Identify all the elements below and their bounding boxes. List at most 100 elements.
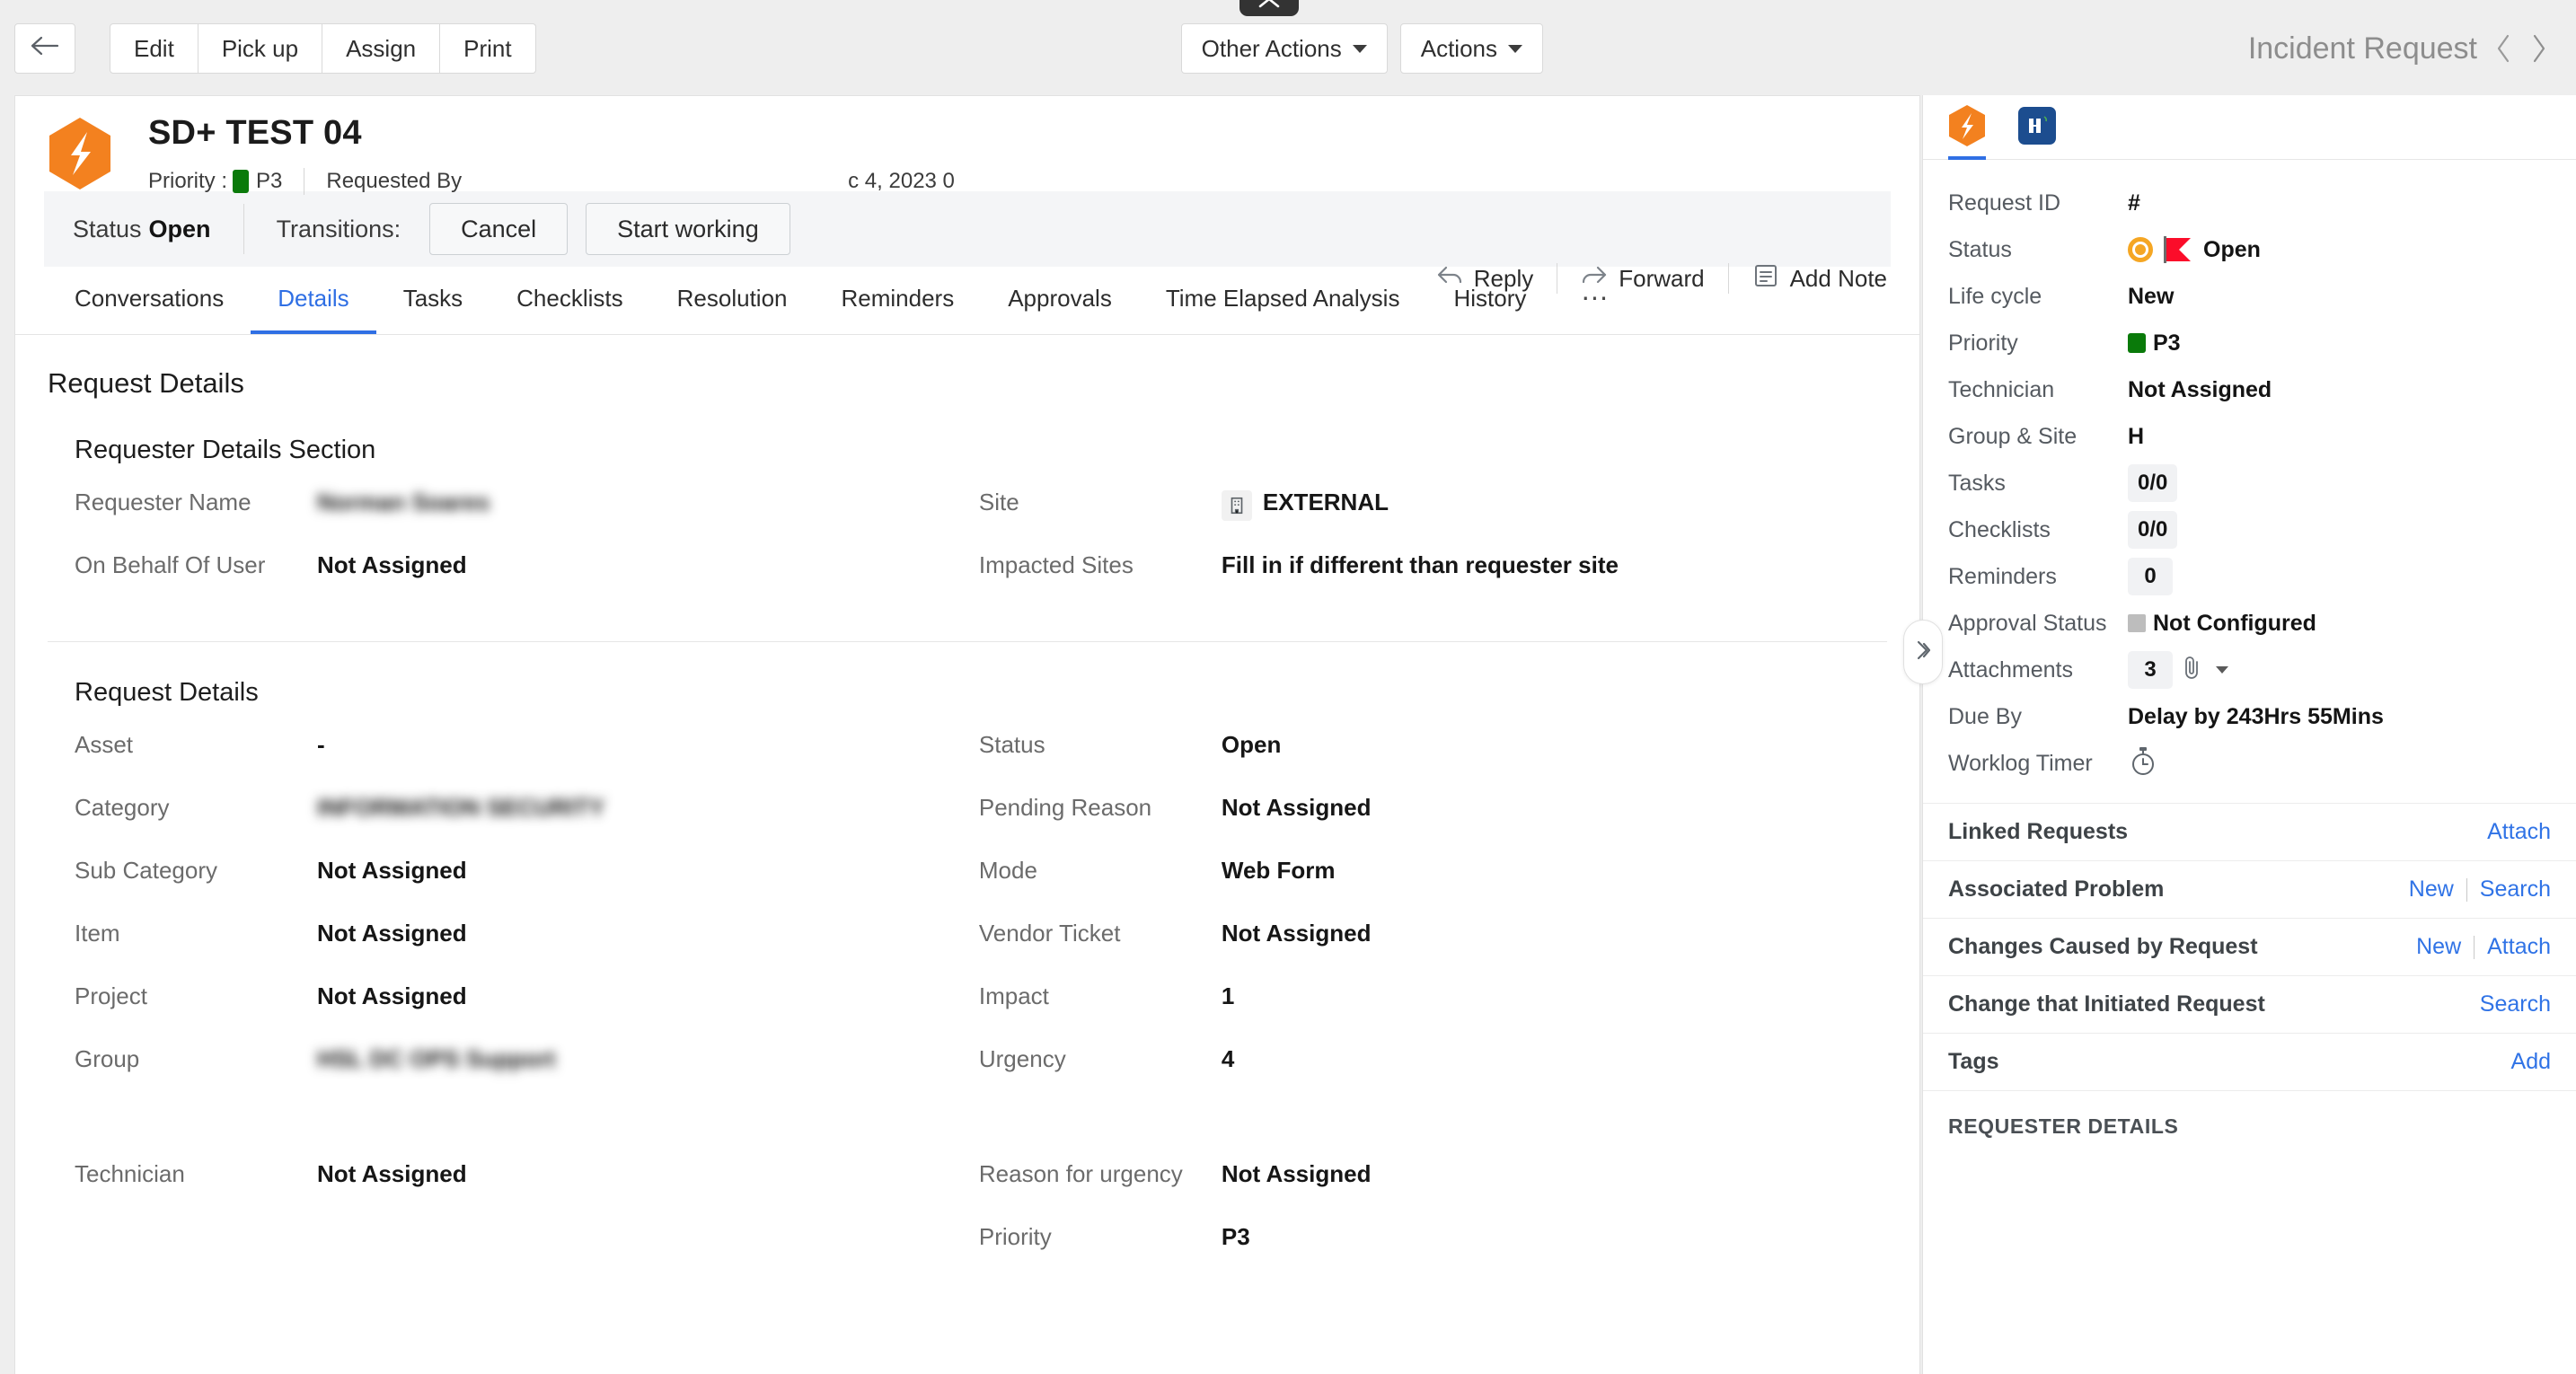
action-divider [2466,878,2467,902]
field-value: Not Assigned [317,857,467,885]
field-label: Mode [979,857,1222,885]
field-label: Impacted Sites [979,551,1222,579]
field-value-group: Open [2128,236,2261,263]
previous-record-icon[interactable] [2493,33,2513,64]
field-label: Status [979,731,1222,759]
actions-button[interactable]: Actions [1400,23,1543,74]
field-vendor-ticket: Vendor Ticket Not Assigned [979,920,1866,982]
transitions-label: Transitions: [277,216,401,243]
tab-time-elapsed-analysis[interactable]: Time Elapsed Analysis [1139,267,1427,334]
collapse-toolbar-tab[interactable] [1239,0,1299,16]
tab-details[interactable]: Details [251,267,375,334]
status-display: StatusOpen [73,216,211,243]
status-value: Open [149,216,211,242]
field-spacer [75,1223,979,1286]
edit-button[interactable]: Edit [110,23,198,74]
field-label: Technician [75,1160,317,1188]
chevron-down-icon[interactable] [2216,666,2228,674]
other-actions-button[interactable]: Other Actions [1181,23,1388,74]
reply-arrow-icon [1436,264,1463,294]
field-row: Sub Category Not Assigned Mode Web Form [75,857,1866,920]
action-divider [1728,263,1729,294]
field-label: Project [75,982,317,1010]
side-tab-sdp[interactable] [1948,95,1986,160]
reminders-count-badge[interactable]: 0 [2128,558,2173,595]
forward-label: Forward [1619,265,1704,293]
field-value: # [2128,190,2140,216]
attachments-count-badge[interactable]: 3 [2128,651,2173,689]
attach-link[interactable]: Attach [2487,934,2551,960]
row-actions: New Attach [2416,934,2551,960]
field-value: P3 [1222,1223,1250,1251]
tab-checklists[interactable]: Checklists [490,267,649,334]
status-ring-icon [2128,237,2153,262]
tab-tasks[interactable]: Tasks [376,267,490,334]
stopwatch-icon[interactable] [2128,745,2158,782]
field-sub-category: Sub Category Not Assigned [75,857,979,920]
search-link[interactable]: Search [2480,876,2551,903]
assign-button[interactable]: Assign [322,23,440,74]
actions-label: Actions [1421,35,1497,63]
forward-button[interactable]: Forward [1581,264,1704,294]
field-site: Site EXTERNAL [979,489,1866,551]
start-working-transition-button[interactable]: Start working [586,203,790,255]
checklists-count-badge[interactable]: 0/0 [2128,511,2177,549]
row-actions: Attach [2487,819,2551,845]
tab-approvals[interactable]: Approvals [981,267,1139,334]
add-note-button[interactable]: Add Note [1752,264,1887,294]
paperclip-icon[interactable] [2180,654,2203,687]
change-that-initiated-request-row: Change that Initiated Request Search [1923,975,2576,1033]
status-transitions-bar: StatusOpen Transitions: Cancel Start wor… [44,191,1891,267]
field-label: Pending Reason [979,794,1222,822]
pick-up-button[interactable]: Pick up [198,23,322,74]
field-value: Web Form [1222,857,1336,885]
requester-details-title: REQUESTER DETAILS [1923,1091,2576,1139]
tasks-count-badge[interactable]: 0/0 [2128,464,2177,502]
ticket-title: SD+ TEST 04 [148,114,362,153]
new-link[interactable]: New [2416,934,2461,960]
field-requester-name: Requester Name Norman Soares [75,489,979,551]
expand-panel-toggle[interactable] [1903,620,1943,684]
field-label: Worklog Timer [1948,751,2128,777]
field-label: Impact [979,982,1222,1010]
field-item: Item Not Assigned [75,920,979,982]
chevron-down-icon [1353,45,1367,53]
next-record-icon[interactable] [2529,33,2549,64]
sdp-hexagon-icon [48,116,112,191]
ticket-meta: Priority : P3 Requested By c 4, 2023 0 [148,168,955,195]
field-label: Attachments [1948,657,2128,683]
sdp-hexagon-icon [1948,104,1986,147]
side-tab-app[interactable] [2018,95,2056,160]
field-label: Site [979,489,1222,516]
field-value-group: 3 [2128,651,2228,689]
row-actions: Search [2480,991,2551,1017]
field-category: Category INFORMATION SECURITY [75,794,979,857]
new-link[interactable]: New [2409,876,2454,903]
attach-link[interactable]: Attach [2487,819,2551,845]
field-value: Norman Soares [317,489,490,516]
side-field-reminders: Reminders 0 [1923,553,2576,600]
cancel-transition-button[interactable]: Cancel [429,203,568,255]
details-body: Request Details Requester Details Sectio… [15,335,1919,1286]
tab-resolution[interactable]: Resolution [650,267,815,334]
field-impact: Impact 1 [979,982,1866,1045]
back-button[interactable] [14,23,75,74]
field-label: Approval Status [1948,611,2128,637]
row-title: Tags [1948,1049,1999,1075]
note-icon [1752,264,1779,294]
print-button[interactable]: Print [440,23,535,74]
search-link[interactable]: Search [2480,991,2551,1017]
side-field-life-cycle: Life cycle New [1923,273,2576,320]
side-field-approval-status: Approval Status Not Configured [1923,600,2576,647]
field-label: Priority [1948,330,2128,357]
field-label: Category [75,794,317,822]
tab-conversations[interactable]: Conversations [48,267,251,334]
approval-color-chip [2128,614,2146,632]
field-row: Technician Not Assigned Reason for urgen… [75,1160,1866,1223]
field-label: Request ID [1948,190,2128,216]
row-actions: New Search [2409,876,2551,903]
side-field-worklog-timer: Worklog Timer [1923,740,2576,787]
tab-reminders[interactable]: Reminders [815,267,982,334]
add-link[interactable]: Add [2511,1049,2551,1075]
reply-button[interactable]: Reply [1436,264,1533,294]
